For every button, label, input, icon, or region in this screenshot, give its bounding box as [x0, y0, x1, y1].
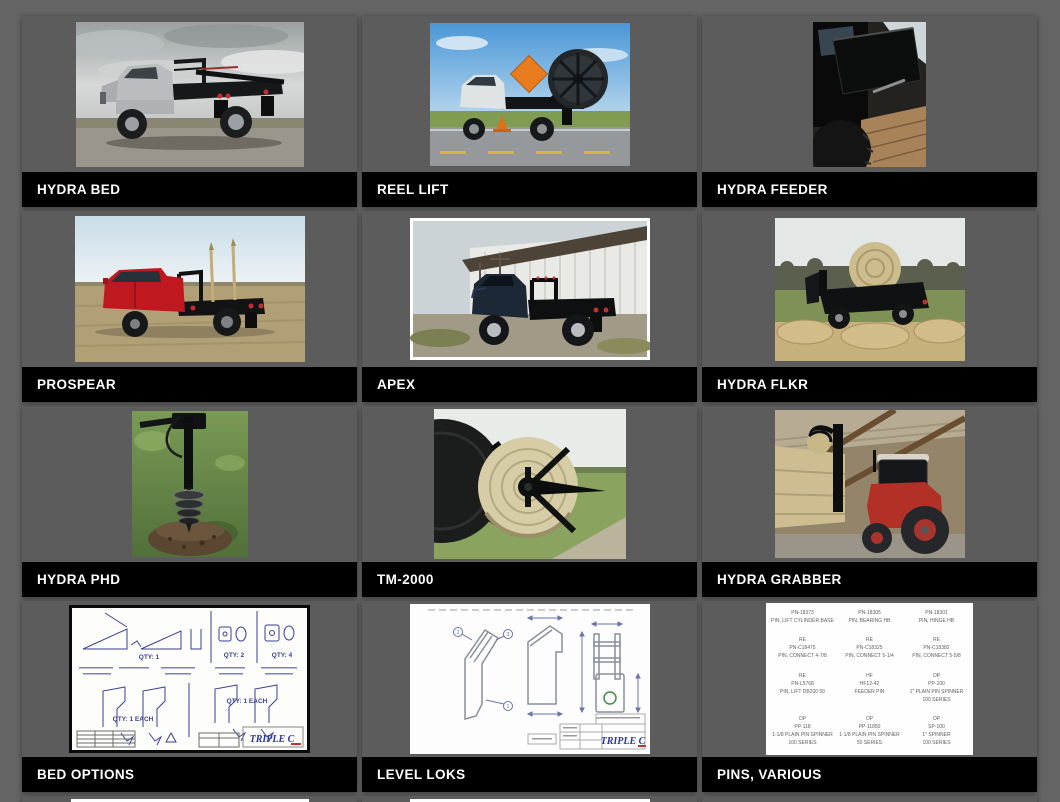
- product-tile-apex[interactable]: APEX: [362, 211, 697, 402]
- pin-entry: OP PP-118 1-1/8 PLAIN PIN SPINNER 100 SE…: [772, 715, 833, 746]
- product-tile-hydra-flkr[interactable]: HYDRA FLKR: [702, 211, 1037, 402]
- product-label: HYDRA BED: [22, 172, 357, 207]
- product-tile-hydra-phd[interactable]: HYDRA PHD: [22, 406, 357, 597]
- partial-drawing: [362, 796, 697, 802]
- pin-entry: RE PN-C18382 PIN, CONNECT 5-5/8: [912, 637, 961, 660]
- qty-label: QTY: 4: [272, 652, 293, 659]
- qty-label: QTY: 1 EACH: [227, 698, 268, 705]
- product-label: HYDRA GRABBER: [702, 562, 1037, 597]
- product-label-text: BED OPTIONS: [37, 767, 135, 782]
- product-label: PROSPEAR: [22, 367, 357, 402]
- qty-label: QTY: 2: [224, 652, 245, 659]
- product-tile-hydra-bed[interactable]: HYDRA BED: [22, 16, 357, 207]
- product-label-text: HYDRA GRABBER: [717, 572, 842, 587]
- pin-entry: RE PN-C18475 PIN, CONNECT 4-7/8: [778, 637, 827, 660]
- reel-lift-photo: [362, 16, 697, 172]
- pin-entry: OP SP-100 1" SPINNER 100 SERIES: [922, 715, 951, 746]
- hydra-feeder-photo: [702, 16, 1037, 172]
- product-tile-partial[interactable]: [22, 796, 357, 802]
- product-label-text: PROSPEAR: [37, 377, 116, 392]
- product-label-text: TM-2000: [377, 572, 434, 587]
- pin-entry: OP PP-11850 1-1/8 PLAIN PIN SPINNER 50 S…: [839, 715, 900, 746]
- partial-drawing: [22, 796, 357, 802]
- product-tile-partial[interactable]: [702, 796, 1037, 802]
- product-label: TM-2000: [362, 562, 697, 597]
- pin-entry: PN-18305 PIN, BEARING HB: [848, 610, 891, 624]
- product-tile-hydra-grabber[interactable]: HYDRA GRABBER: [702, 406, 1037, 597]
- product-tile-pins-various[interactable]: PN-18373 PIN, LIFT CYLINDER BASE PN-1830…: [702, 601, 1037, 792]
- product-label: REEL LIFT: [362, 172, 697, 207]
- product-label: HYDRA FLKR: [702, 367, 1037, 402]
- product-label-text: HYDRA FLKR: [717, 377, 809, 392]
- product-tile-bed-options[interactable]: QTY: 1 QTY: 2 QTY: 4 QTY: 1 EACH QTY: 1 …: [22, 601, 357, 792]
- product-label: APEX: [362, 367, 697, 402]
- callout-number: 3: [506, 632, 509, 638]
- product-grid: HYDRA BED REEL LIFT HYDRA FEEDER PROSPEA…: [22, 16, 1038, 802]
- qty-label: QTY: 1: [139, 654, 160, 661]
- triple-c-logo: TRIPLE C: [250, 734, 295, 745]
- prospear-photo: [22, 211, 357, 367]
- product-label-text: LEVEL LOKS: [377, 767, 466, 782]
- hydra-grabber-photo: [702, 406, 1037, 562]
- product-tile-partial[interactable]: [362, 796, 697, 802]
- tm-2000-photo: [362, 406, 697, 562]
- hydra-bed-photo: [22, 16, 357, 172]
- qty-label: QTY: 1 EACH: [113, 716, 154, 723]
- hydra-flkr-photo: [702, 211, 1037, 367]
- bed-options-drawing: QTY: 1 QTY: 2 QTY: 4 QTY: 1 EACH QTY: 1 …: [22, 601, 357, 757]
- pin-entry: RE PN-L5768 PIN, LIFT DB200 50: [780, 672, 825, 695]
- product-label-text: HYDRA BED: [37, 182, 121, 197]
- pin-entry: OP PP-100 1" PLAIN PIN SPINNER 100 SERIE…: [909, 672, 964, 703]
- pins-parts-sheet: PN-18373 PIN, LIFT CYLINDER BASE PN-1830…: [702, 601, 1037, 757]
- pin-entry: HF HF12-42 FEEDER PIN: [854, 672, 885, 695]
- product-label: LEVEL LOKS: [362, 757, 697, 792]
- apex-photo: [362, 211, 697, 367]
- product-label-text: HYDRA FEEDER: [717, 182, 828, 197]
- partial-photo: [702, 796, 1037, 802]
- pin-entry: RE PN-C18325 PIN, CONNECT 5-1/4: [845, 637, 894, 660]
- product-label-text: PINS, VARIOUS: [717, 767, 822, 782]
- level-loks-drawing: 2 3 1 TRIPLE C: [362, 601, 697, 757]
- product-label: PINS, VARIOUS: [702, 757, 1037, 792]
- product-label: HYDRA FEEDER: [702, 172, 1037, 207]
- product-label-text: REEL LIFT: [377, 182, 449, 197]
- product-label: HYDRA PHD: [22, 562, 357, 597]
- pin-entry: PN-18373 PIN, LIFT CYLINDER BASE: [771, 610, 834, 624]
- product-tile-reel-lift[interactable]: REEL LIFT: [362, 16, 697, 207]
- product-label-text: APEX: [377, 377, 416, 392]
- callout-number: 1: [506, 704, 509, 710]
- hydra-phd-photo: [22, 406, 357, 562]
- product-label: BED OPTIONS: [22, 757, 357, 792]
- product-tile-prospear[interactable]: PROSPEAR: [22, 211, 357, 402]
- callout-number: 2: [456, 630, 459, 636]
- product-tile-tm-2000[interactable]: TM-2000: [362, 406, 697, 597]
- product-label-text: HYDRA PHD: [37, 572, 121, 587]
- product-tile-hydra-feeder[interactable]: HYDRA FEEDER: [702, 16, 1037, 207]
- product-tile-level-loks[interactable]: 2 3 1 TRIPLE C LEVEL LOKS: [362, 601, 697, 792]
- pin-entry: PN-18301 PIN, HINGE HB: [918, 610, 955, 624]
